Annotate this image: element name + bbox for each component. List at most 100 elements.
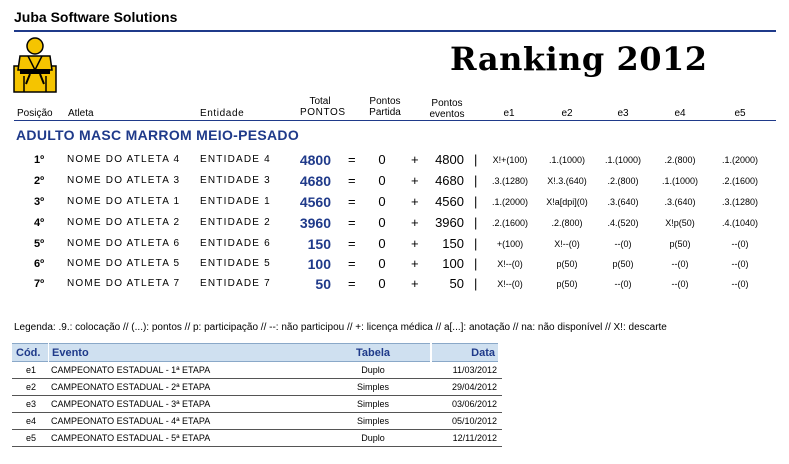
header-e4: e4 [674,108,686,119]
event-code: e4 [26,416,37,426]
event-code: e3 [26,399,37,409]
event-code: e2 [26,382,37,392]
total-points: 4680 [299,173,331,189]
match-points: 0 [378,256,386,271]
event-result-e1: .3.(1280) [491,176,529,186]
event-result-e2: .1.(1000) [548,155,586,165]
header-pontos-eventos: Pontos eventos [424,98,470,120]
athlete-name: NOME DO ATLETA 7 [67,278,181,289]
equals-sign: = [348,276,356,291]
plus-sign: + [411,173,419,188]
separator: | [474,215,478,230]
separator: | [474,152,478,167]
event-date: 05/10/2012 [451,416,497,426]
header-e1: e1 [503,108,515,119]
header-posicao: Posição [17,108,53,119]
event-result-e3: --(0) [614,239,632,249]
equals-sign: = [348,256,356,271]
event-result-e5: --(0) [731,239,749,249]
event-result-e2: p(50) [556,279,578,289]
event-result-e1: +(100) [496,239,524,249]
equals-sign: = [348,215,356,230]
event-result-e3: .4.(520) [607,218,639,228]
header-eventos-line1: Pontos [431,98,463,109]
equals-sign: = [348,152,356,167]
position: 1º [34,154,45,166]
equals-sign: = [348,236,356,251]
event-name: CAMPEONATO ESTADUAL - 1ª ETAPA [51,365,211,375]
match-points: 0 [378,152,386,167]
plus-sign: + [411,256,419,271]
ranking-row: 3º NOME DO ATLETA 1 ENTIDADE 1 4560 = 0 … [0,192,789,212]
entity-name: ENTIDADE 2 [200,217,271,228]
event-row: e1 CAMPEONATO ESTADUAL - 1ª ETAPA Duplo … [12,362,502,379]
category-title: ADULTO MASC MARROM MEIO-PESADO [16,127,300,143]
event-result-e3: p(50) [612,259,634,269]
ranking-row: 4º NOME DO ATLETA 2 ENTIDADE 2 3960 = 0 … [0,213,789,233]
event-points: 4680 [435,173,464,188]
event-result-e1: X!--(0) [497,279,523,289]
event-result-e1: .1.(2000) [491,197,529,207]
total-points: 50 [315,276,331,292]
event-code: e1 [26,365,37,375]
event-result-e5: .2.(1600) [721,176,759,186]
event-table-type: Simples [356,399,389,409]
event-table-type: Duplo [361,365,385,375]
total-points: 3960 [299,215,331,231]
event-result-e4: p(50) [669,239,691,249]
event-result-e5: --(0) [731,279,749,289]
match-points: 0 [378,236,386,251]
plus-sign: + [411,152,419,167]
match-points: 0 [378,276,386,291]
separator: | [474,194,478,209]
event-result-e3: .1.(1000) [604,155,642,165]
event-row: e2 CAMPEONATO ESTADUAL - 2ª ETAPA Simple… [12,379,502,396]
total-points: 4800 [299,152,331,168]
athlete-name: NOME DO ATLETA 6 [67,238,181,249]
ranking-row: 5º NOME DO ATLETA 6 ENTIDADE 6 150 = 0 +… [0,234,789,254]
event-points: 4800 [435,152,464,167]
event-row: e3 CAMPEONATO ESTADUAL - 3ª ETAPA Simple… [12,396,502,413]
event-row: e4 CAMPEONATO ESTADUAL - 4ª ETAPA Simple… [12,413,502,430]
event-result-e4: --(0) [671,279,689,289]
header-eventos-line2: eventos [429,109,465,120]
event-table-type: Duplo [361,433,385,443]
event-date: 29/04/2012 [451,382,497,392]
separator: | [474,256,478,271]
separator: | [474,236,478,251]
event-table-type: Simples [356,416,389,426]
header-pontos-partida: Pontos Partida [362,96,408,118]
header-partida-line2: Partida [369,107,401,118]
event-result-e5: .1.(2000) [721,155,759,165]
event-row: e5 CAMPEONATO ESTADUAL - 5ª ETAPA Duplo … [12,430,502,447]
header-e3: e3 [617,108,629,119]
separator: | [474,173,478,188]
equals-sign: = [348,173,356,188]
header-total-line1: Total [309,96,331,107]
judoka-logo-icon [13,37,57,93]
event-result-e4: .1.(1000) [661,176,699,186]
plus-sign: + [411,236,419,251]
event-table-type: Simples [356,382,389,392]
page-title: Ranking 2012 [450,40,708,78]
event-points: 150 [442,236,464,251]
entity-name: ENTIDADE 1 [200,196,271,207]
event-name: CAMPEONATO ESTADUAL - 5ª ETAPA [51,433,211,443]
header-e5: e5 [734,108,746,119]
position: 7º [34,278,45,290]
event-result-e4: .3.(640) [664,197,696,207]
company-name: Juba Software Solutions [14,9,178,25]
event-name: CAMPEONATO ESTADUAL - 2ª ETAPA [51,382,211,392]
separator: | [474,276,478,291]
event-result-e2: X!--(0) [554,239,580,249]
header-tabela: Tabela [316,343,430,362]
position: 3º [34,196,45,208]
athlete-name: NOME DO ATLETA 3 [67,175,181,186]
header-cod: Cód. [12,343,48,362]
header-e2: e2 [561,108,573,119]
event-name: CAMPEONATO ESTADUAL - 3ª ETAPA [51,399,211,409]
entity-name: ENTIDADE 3 [200,175,271,186]
legend-text: Legenda: .9.: colocação // (...): pontos… [14,322,667,333]
plus-sign: + [411,215,419,230]
position: 2º [34,175,45,187]
